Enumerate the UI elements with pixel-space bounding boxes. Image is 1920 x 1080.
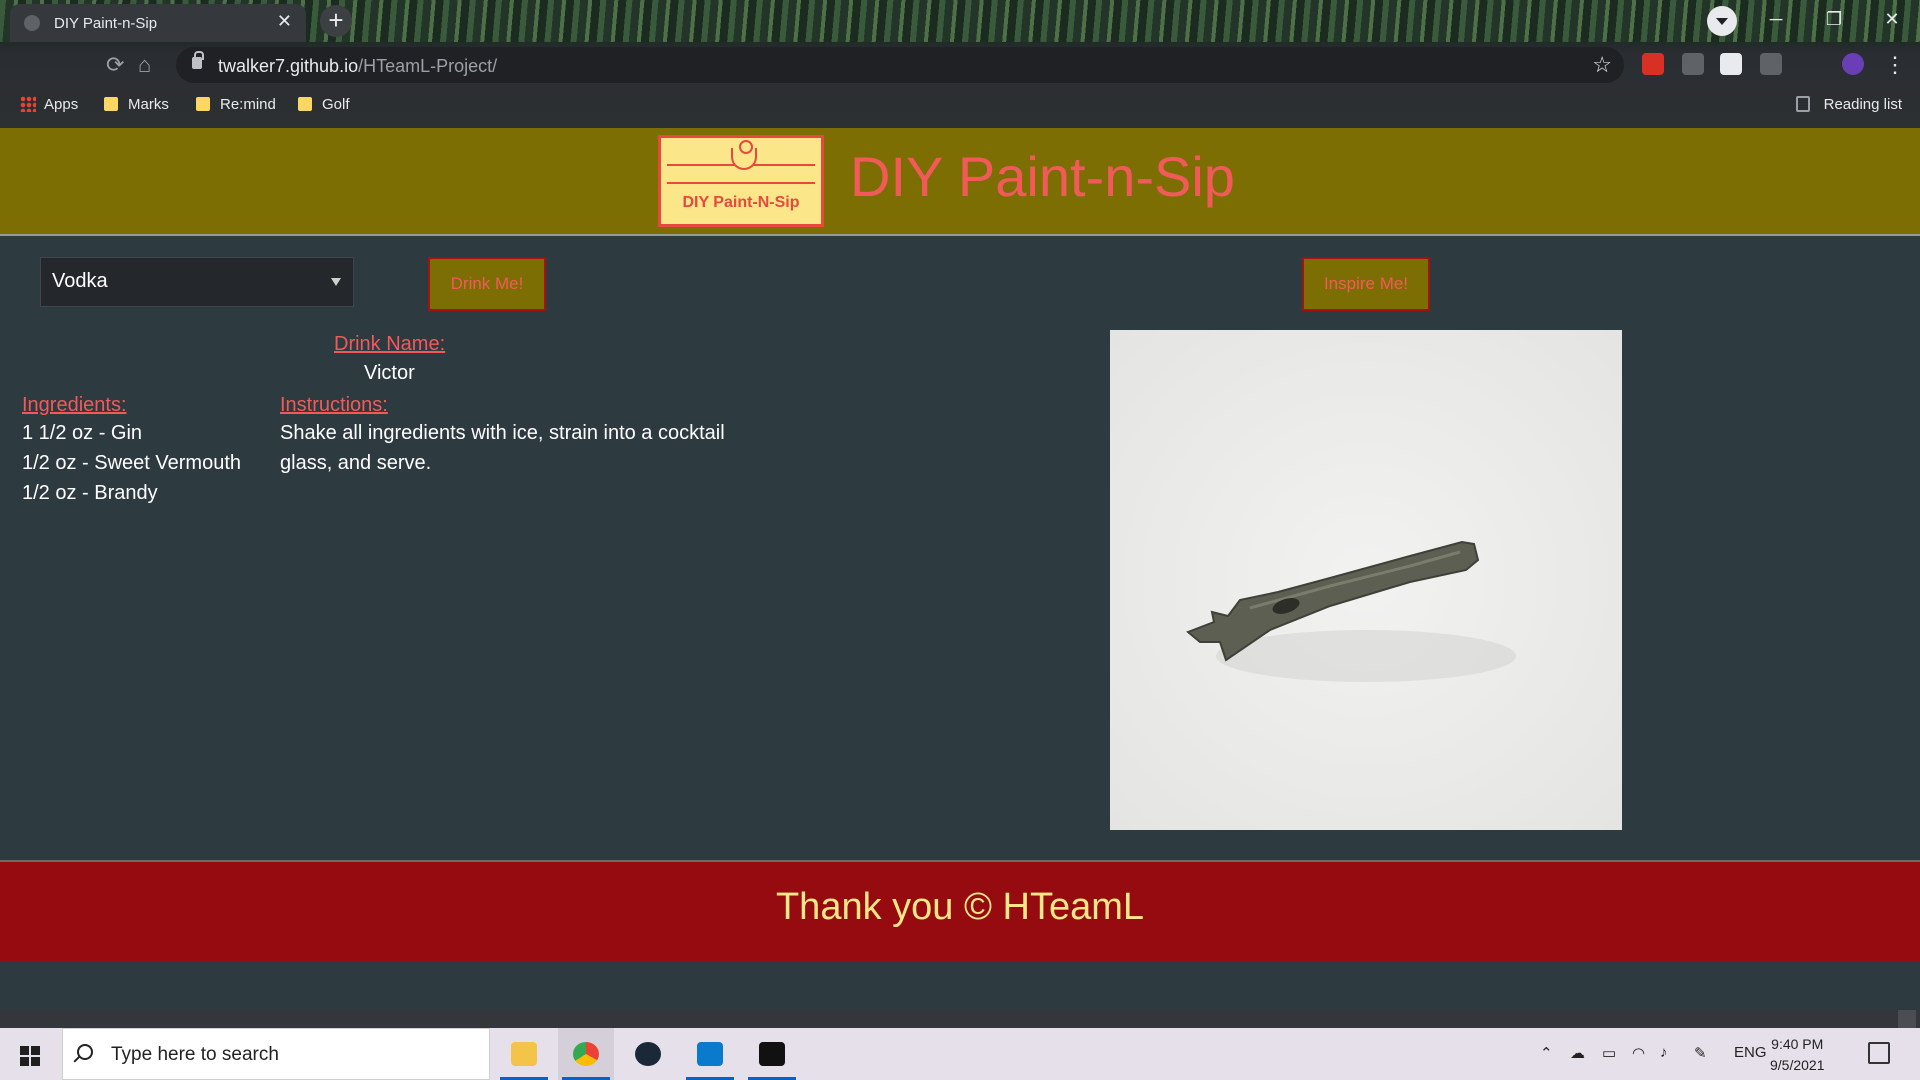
close-window-button[interactable]: ✕ (1864, 0, 1920, 40)
language-indicator[interactable]: ENG (1734, 1044, 1767, 1061)
onedrive-icon[interactable]: ☁ (1570, 1044, 1585, 1062)
bookmark-apps-label: Apps (44, 96, 79, 113)
bookmark-marks[interactable]: Marks (104, 96, 169, 113)
ingredients-list: 1 1/2 oz - Gin 1/2 oz - Sweet Vermouth 1… (22, 418, 241, 508)
minimize-button[interactable]: ─ (1748, 0, 1804, 40)
bronze-arrowhead-artifact (1186, 540, 1516, 682)
reading-list-icon (1795, 96, 1810, 112)
folder-icon (298, 97, 312, 111)
reload-icon[interactable]: ⟳ (106, 52, 124, 78)
ingredients-label: Ingredients: (22, 394, 127, 416)
system-clock[interactable]: 9:40 PM 9/5/2021 (1770, 1034, 1825, 1076)
coconut-drink-icon (731, 140, 757, 170)
ingredient-item: 1/2 oz - Brandy (22, 482, 158, 504)
clock-date: 9/5/2021 (1770, 1057, 1825, 1073)
folder-icon (104, 97, 118, 111)
bookmarks-bar: Apps Marks Re:mind Golf Reading list (0, 88, 1920, 128)
bookmark-golf-label: Golf (322, 96, 350, 113)
horizontal-scrollbar[interactable] (0, 1010, 1920, 1028)
url-host: twalker7.github.io (218, 56, 359, 76)
folder-icon (511, 1042, 537, 1066)
bookmark-marks-label: Marks (128, 96, 169, 113)
url-path: /HTeamL-Project/ (358, 56, 498, 76)
taskbar-search-box[interactable]: Type here to search (62, 1028, 490, 1080)
web-page: DIY Paint-N-Sip DIY Paint-n-Sip Vodka Dr… (0, 128, 1920, 1010)
site-logo: DIY Paint-N-Sip (658, 135, 824, 227)
tab-favicon-icon (24, 15, 40, 31)
maximize-button[interactable]: ❐ (1806, 0, 1862, 40)
profile-avatar[interactable] (1842, 53, 1864, 75)
steam-app[interactable] (620, 1028, 676, 1080)
site-footer: Thank you © HTeamL (0, 860, 1920, 962)
wifi-icon[interactable]: ◠ (1632, 1044, 1645, 1062)
tab-search-icon[interactable] (1707, 6, 1737, 36)
tab-close-icon[interactable]: ✕ (277, 11, 292, 32)
apps-grid-icon (20, 96, 36, 112)
chevron-down-icon (331, 278, 341, 286)
search-icon (77, 1044, 93, 1060)
page-title: DIY Paint-n-Sip (850, 145, 1235, 208)
vscode-icon (697, 1042, 723, 1066)
taskbar: Type here to search ⌃ ☁ ▭ ◠ ♪ ✎ ENG 9:40… (0, 1028, 1920, 1080)
new-tab-button[interactable]: + (320, 5, 352, 37)
folder-icon (196, 97, 210, 111)
home-icon[interactable]: ⌂ (138, 52, 151, 78)
pen-icon[interactable]: ✎ (1694, 1044, 1707, 1062)
browser-chrome: DIY Paint-n-Sip ✕ + ─ ❐ ✕ ⟳ ⌂ twalker7.g… (0, 0, 1920, 128)
bookmark-golf[interactable]: Golf (298, 96, 350, 113)
logo-rule (667, 182, 815, 184)
menu-kebab-icon[interactable]: ⋮ (1884, 52, 1906, 78)
chrome-app[interactable] (558, 1028, 614, 1080)
terminal-app[interactable] (744, 1028, 800, 1080)
extensions-puzzle-icon[interactable] (1760, 53, 1782, 75)
address-bar[interactable]: twalker7.github.io/HTeamL-Project/ ☆ (176, 47, 1624, 83)
notification-center-icon[interactable] (1868, 1042, 1890, 1064)
instructions-text: Shake all ingredients with ice, strain i… (280, 422, 725, 474)
vscode-app[interactable] (682, 1028, 738, 1080)
search-placeholder: Type here to search (111, 1044, 279, 1065)
browser-tab[interactable]: DIY Paint-n-Sip ✕ (10, 4, 306, 42)
spirit-select[interactable]: Vodka (40, 257, 354, 307)
footer-text: Thank you © HTeamL (775, 886, 1145, 928)
spirit-select-value: Vodka (52, 270, 108, 292)
bookmark-remind-label: Re:mind (220, 96, 276, 113)
steam-icon (635, 1042, 661, 1066)
show-hidden-icons-icon[interactable]: ⌃ (1540, 1044, 1553, 1062)
tab-strip: DIY Paint-n-Sip ✕ + ─ ❐ ✕ (0, 0, 1920, 42)
bookmark-remind[interactable]: Re:mind (196, 96, 276, 113)
windows-start-icon[interactable] (20, 1046, 40, 1066)
clock-time: 9:40 PM (1771, 1036, 1824, 1052)
browser-toolbar: ⟳ ⌂ twalker7.github.io/HTeamL-Project/ ☆… (0, 42, 1920, 88)
ingredient-item: 1/2 oz - Sweet Vermouth (22, 452, 242, 474)
battery-icon[interactable]: ▭ (1602, 1044, 1616, 1062)
tab-title: DIY Paint-n-Sip (54, 15, 158, 32)
drink-me-button[interactable]: Drink Me! (428, 257, 546, 311)
chrome-icon (573, 1042, 599, 1066)
extension-icon[interactable] (1682, 53, 1704, 75)
inspire-me-button[interactable]: Inspire Me! (1302, 257, 1430, 311)
extension-icon[interactable] (1720, 53, 1742, 75)
ingredient-item: 1 1/2 oz - Gin (22, 422, 143, 444)
terminal-icon (759, 1042, 785, 1066)
reading-list-button[interactable]: Reading list (1795, 96, 1902, 113)
logo-text: DIY Paint-N-Sip (682, 194, 800, 211)
drink-name-label: Drink Name: (334, 333, 446, 355)
url-text: twalker7.github.io/HTeamL-Project/ (218, 56, 497, 77)
ublock-extension-icon[interactable] (1642, 53, 1664, 75)
bookmark-star-icon[interactable]: ☆ (1592, 52, 1612, 78)
lock-icon (192, 51, 204, 69)
bookmark-apps[interactable]: Apps (20, 96, 78, 113)
site-header: DIY Paint-N-Sip DIY Paint-n-Sip (0, 128, 1920, 236)
scrollbar-thumb[interactable] (1898, 1010, 1916, 1028)
volume-icon[interactable]: ♪ (1660, 1044, 1668, 1061)
instructions-label: Instructions: (280, 394, 388, 416)
drink-name: Victor (364, 362, 415, 384)
reading-list-label: Reading list (1823, 96, 1902, 113)
artwork-image (1110, 330, 1622, 830)
file-explorer-app[interactable] (496, 1028, 552, 1080)
